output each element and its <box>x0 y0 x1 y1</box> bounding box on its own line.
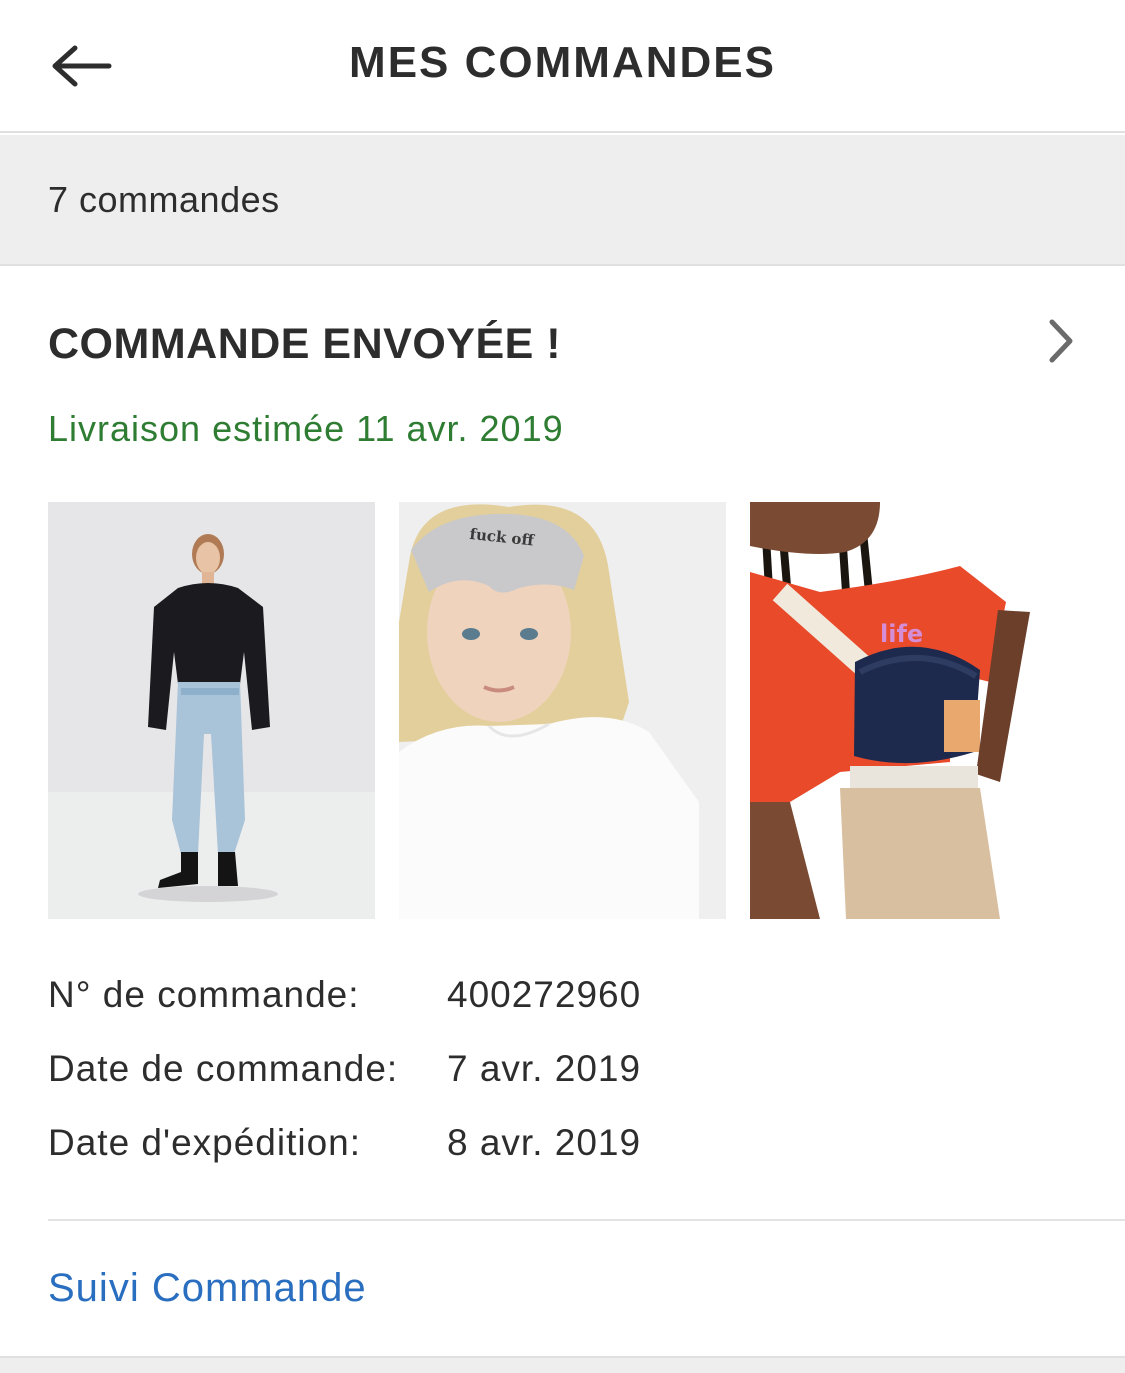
order-date-value: 7 avr. 2019 <box>447 1048 642 1089</box>
order-number-value: 400272960 <box>447 974 642 1015</box>
order-details-button[interactable] <box>1038 316 1084 366</box>
product-image-2[interactable]: fuck off <box>399 502 726 919</box>
orders-count: 7 commandes <box>48 179 280 220</box>
shipping-date-label: Date d'expédition: <box>48 1122 362 1163</box>
top-bar: MES COMMANDES <box>0 0 1125 133</box>
divider <box>48 1219 1125 1221</box>
chevron-right-icon <box>1049 319 1073 363</box>
orders-count-bar: 7 commandes <box>0 135 1125 266</box>
order-card[interactable]: COMMANDE ENVOYÉE ! Livraison estimée 11 … <box>0 268 1125 1358</box>
page-title: MES COMMANDES <box>349 38 776 87</box>
order-date-label: Date de commande: <box>48 1048 399 1089</box>
track-order-link[interactable]: Suivi Commande <box>48 1266 367 1311</box>
tshirt-print: life <box>880 620 923 648</box>
product-image-3[interactable]: life <box>750 502 1077 919</box>
order-number-label: N° de commande: <box>48 974 360 1015</box>
shipping-date-value: 8 avr. 2019 <box>447 1122 642 1163</box>
next-card-edge <box>0 1356 1125 1373</box>
product-image-1[interactable] <box>48 502 375 919</box>
order-status: COMMANDE ENVOYÉE ! <box>48 320 562 368</box>
delivery-estimate: Livraison estimée 11 avr. 2019 <box>48 408 564 449</box>
